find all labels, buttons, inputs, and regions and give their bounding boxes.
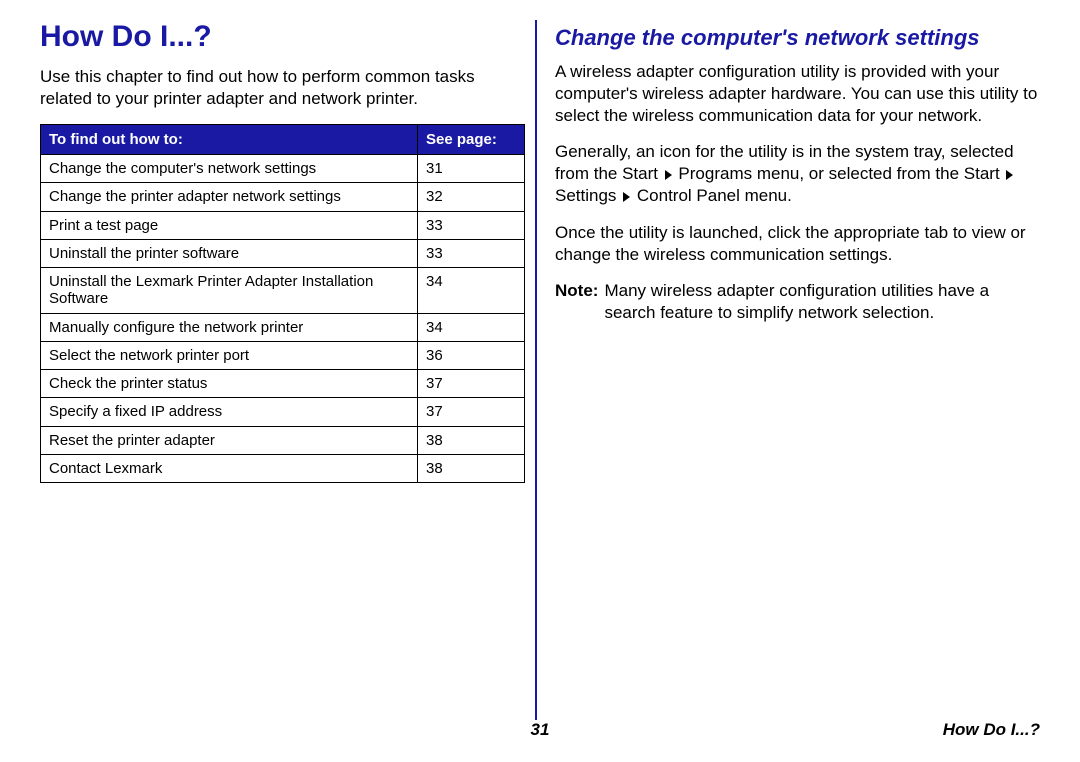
note-block: Note: Many wireless adapter configuratio… [555,280,1040,324]
table-row: Select the network printer port36 [41,341,525,369]
table-row: Uninstall the printer software33 [41,239,525,267]
table-row: Change the computer's network settings31 [41,155,525,183]
note-text: Many wireless adapter configuration util… [604,280,1040,324]
table-header-page: See page: [418,125,525,155]
p2-part-d: Control Panel menu. [632,186,792,205]
arrow-icon [1006,170,1013,180]
footer-section-title: How Do I...? [943,720,1040,740]
paragraph-2: Generally, an icon for the utility is in… [555,141,1040,207]
table-cell-page: 38 [418,454,525,482]
table-row: Uninstall the Lexmark Printer Adapter In… [41,268,525,314]
main-title: How Do I...? [40,20,525,54]
table-header-topic: To find out how to: [41,125,418,155]
table-cell-topic: Contact Lexmark [41,454,418,482]
table-cell-page: 34 [418,313,525,341]
arrow-icon [665,170,672,180]
table-cell-topic: Uninstall the printer software [41,239,418,267]
table-cell-page: 31 [418,155,525,183]
table-row: Contact Lexmark38 [41,454,525,482]
table-cell-topic: Reset the printer adapter [41,426,418,454]
table-row: Change the printer adapter network setti… [41,183,525,211]
intro-paragraph: Use this chapter to find out how to perf… [40,66,525,110]
paragraph-3: Once the utility is launched, click the … [555,222,1040,266]
table-cell-topic: Select the network printer port [41,341,418,369]
section-title: Change the computer's network settings [555,25,1040,51]
table-cell-topic: Check the printer status [41,370,418,398]
table-cell-topic: Print a test page [41,211,418,239]
table-row: Check the printer status37 [41,370,525,398]
p2-part-c: Settings [555,186,621,205]
table-cell-page: 37 [418,370,525,398]
index-table: To find out how to: See page: Change the… [40,124,525,483]
p2-part-b: Programs menu, or selected from the Star… [674,164,1005,183]
left-column: How Do I...? Use this chapter to find ou… [30,20,537,720]
table-row: Print a test page33 [41,211,525,239]
table-cell-page: 34 [418,268,525,314]
table-cell-page: 38 [418,426,525,454]
arrow-icon [623,192,630,202]
note-label: Note: [555,280,604,324]
footer: 31 How Do I...? [0,720,1080,740]
table-cell-page: 32 [418,183,525,211]
footer-page-number: 31 [531,720,550,740]
table-cell-page: 33 [418,211,525,239]
table-cell-page: 33 [418,239,525,267]
right-column: Change the computer's network settings A… [537,20,1050,720]
table-row: Reset the printer adapter38 [41,426,525,454]
table-cell-topic: Uninstall the Lexmark Printer Adapter In… [41,268,418,314]
table-cell-page: 37 [418,398,525,426]
table-cell-topic: Change the printer adapter network setti… [41,183,418,211]
page-container: How Do I...? Use this chapter to find ou… [0,0,1080,720]
table-row: Manually configure the network printer34 [41,313,525,341]
table-cell-page: 36 [418,341,525,369]
table-row: Specify a fixed IP address37 [41,398,525,426]
table-cell-topic: Specify a fixed IP address [41,398,418,426]
table-cell-topic: Manually configure the network printer [41,313,418,341]
paragraph-1: A wireless adapter configuration utility… [555,61,1040,127]
table-cell-topic: Change the computer's network settings [41,155,418,183]
